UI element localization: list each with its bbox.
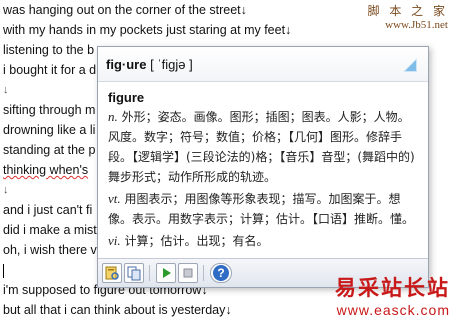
document-line-text: ↓ [3,184,9,196]
text-cursor-line[interactable] [3,260,4,280]
document-line[interactable]: drowning like a li [3,120,95,140]
document-line[interactable]: thinking when's [3,160,88,180]
watermark-bottom: 易采站长站 www.easck.com [335,272,450,318]
document-line-text: ↓ [3,84,9,96]
document-line[interactable]: oh, i wish there v [3,240,97,260]
document-line[interactable]: listening to the b [3,40,94,60]
book-icon [105,266,119,280]
help-icon: ? [213,265,229,281]
text-cursor [3,263,4,278]
document-line-text: drowning like a li [3,123,96,137]
document-line-text: i bought it for a d [3,63,97,77]
document-line-text: and i just can't fi [3,203,93,217]
document-line[interactable]: ↓ [3,80,9,100]
document-line-text: listening to the b [3,43,95,57]
definition-vi-text: 计算；估计。出现；有名。 [124,234,269,248]
toolbar-separator [149,265,150,281]
document-line-text: thinking when's [3,163,89,177]
pos-noun: n. [108,109,118,124]
copy-icon [127,266,141,281]
headword: fig·ure [106,57,147,72]
stop-icon [183,268,193,278]
popup-header: fig·ure [ ˈfiɡjə ] [98,47,428,82]
document-line-text: standing at the p [3,143,96,157]
document-line[interactable]: i bought it for a d [3,60,96,80]
copy-button[interactable] [124,263,144,283]
definition-vi: vi. 计算；估计。出现；有名。 [108,231,418,251]
watermark-bottom-url: www.easck.com [336,302,450,318]
document-line[interactable]: sifting through m [3,100,95,120]
definition-body[interactable]: figure n. 外形；姿态。画像。图形；插图；图表。人影；人物。风度。数字；… [98,82,428,259]
document-line[interactable]: ↓ [3,180,9,200]
document-line-text: sifting through m [3,103,96,117]
entry-word: figure [108,90,145,105]
play-icon [163,268,171,278]
dictionary-popup[interactable]: fig·ure [ ˈfiɡjə ] figure n. 外形；姿态。画像。图形… [97,46,429,288]
definition-vt-text: 用图表示；用图像等形象表现；描写。加图案于。想像。表示。用数字表示；计算；估计。… [108,192,415,226]
pronounce-speaker-icon[interactable] [400,55,420,75]
document-line[interactable]: did i make a mist [3,220,97,240]
lookup-book-button[interactable] [102,263,122,283]
document-line[interactable]: but all that i can think about is yester… [3,300,232,320]
pos-vi: vi. [108,233,121,248]
headword-line: fig·ure [ ˈfiɡjə ] [106,57,193,72]
document-line-text: but all that i can think about is yester… [3,303,232,317]
document-line[interactable]: and i just can't fi [3,200,92,220]
document-line-text: did i make a mist [3,223,97,237]
watermark-bottom-title: 易采站长站 [335,275,450,300]
watermark-top-url: www.Jb51.net [385,19,448,31]
help-button[interactable]: ? [210,263,232,283]
stop-button[interactable] [178,263,198,283]
document-line[interactable]: was hanging out on the corner of the str… [3,0,247,20]
svg-text:?: ? [217,266,224,280]
play-button[interactable] [156,263,176,283]
document-line-text: with my hands in my pockets just staring… [3,23,292,37]
phonetic: [ ˈfiɡjə ] [150,57,193,72]
watermark-top: 脚 本 之 家 www.Jb51.net [368,2,448,31]
watermark-top-title: 脚 本 之 家 [367,4,448,18]
document-line[interactable]: standing at the p [3,140,95,160]
document-line[interactable]: with my hands in my pockets just staring… [3,20,291,40]
document-line-text: was hanging out on the corner of the str… [3,3,247,17]
document-line-text: oh, i wish there v [3,243,97,257]
definition-vt: vt. 用图表示；用图像等形象表现；描写。加图案于。想像。表示。用数字表示；计算… [108,189,418,229]
pos-vt: vt. [108,191,121,206]
toolbar-separator [203,265,204,281]
definition-n: n. 外形；姿态。画像。图形；插图；图表。人影；人物。风度。数字；符号；数值；价… [108,107,418,187]
definition-noun-text: 外形；姿态。画像。图形；插图；图表。人影；人物。风度。数字；符号；数值；价格；【… [108,110,415,184]
